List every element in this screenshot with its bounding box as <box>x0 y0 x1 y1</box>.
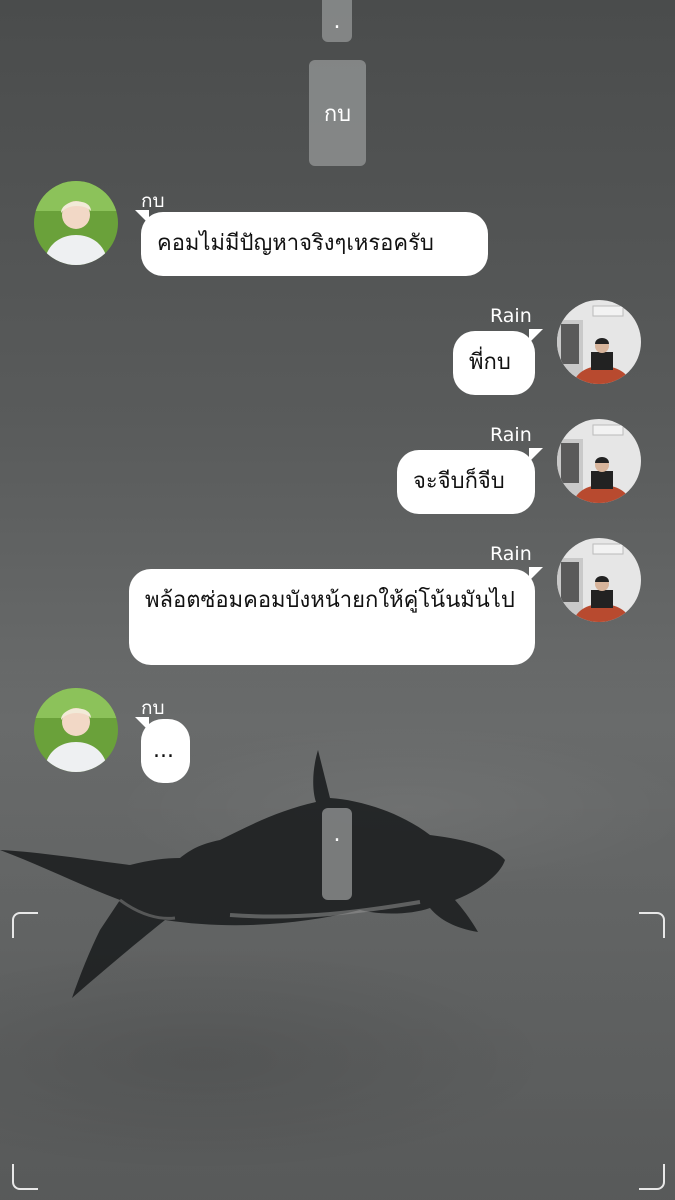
message-text: จะจีบก็จีบ <box>413 469 505 494</box>
frame-corner-top-right <box>639 912 665 938</box>
message-text: พล้อตซ่อมคอมบังหน้ายกให้คู่โน้นมันไป <box>145 588 515 613</box>
avatar-kob-icon <box>34 688 118 772</box>
avatar-rain[interactable] <box>557 300 641 384</box>
bubble-tail <box>135 210 149 224</box>
bubble-tail <box>529 448 543 462</box>
avatar-rain-icon <box>557 300 641 384</box>
avatar-rain[interactable] <box>557 419 641 503</box>
avatar-kob[interactable] <box>34 688 118 772</box>
avatar-rain-icon <box>557 538 641 622</box>
sender-name: Rain <box>490 305 532 327</box>
chat-title-pill: กบ <box>309 60 366 166</box>
avatar-rain[interactable] <box>557 538 641 622</box>
shark-image <box>0 750 505 998</box>
top-pill: . <box>322 0 352 42</box>
bubble-tail <box>529 567 543 581</box>
frame-corner-top-left <box>12 912 38 938</box>
message-bubble[interactable]: พล้อตซ่อมคอมบังหน้ายกให้คู่โน้นมันไป <box>129 569 535 665</box>
avatar-rain-icon <box>557 419 641 503</box>
avatar-kob[interactable] <box>34 181 118 265</box>
message-bubble[interactable]: พี่กบ <box>453 331 535 395</box>
avatar-kob-icon <box>34 181 118 265</box>
message-text: พี่กบ <box>469 350 511 375</box>
message-text: คอมไม่มีปัญหาจริงๆเหรอครับ <box>157 231 434 256</box>
frame-corner-bottom-right <box>639 1164 665 1190</box>
message-text: ... <box>153 738 174 763</box>
sender-name: Rain <box>490 424 532 446</box>
chat-title: กบ <box>323 101 352 127</box>
bottom-pill-text: . <box>333 822 341 847</box>
bubble-tail <box>529 329 543 343</box>
bottom-pill: . <box>322 808 352 900</box>
frame-corner-bottom-left <box>12 1164 38 1190</box>
sender-name: Rain <box>490 543 532 565</box>
bubble-tail <box>135 717 149 731</box>
message-bubble[interactable]: จะจีบก็จีบ <box>397 450 535 514</box>
message-bubble[interactable]: คอมไม่มีปัญหาจริงๆเหรอครับ <box>141 212 488 276</box>
top-pill-text: . <box>333 8 341 34</box>
